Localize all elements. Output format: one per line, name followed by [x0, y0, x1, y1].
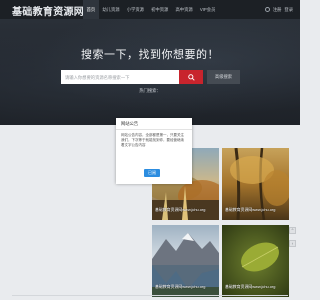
login-link[interactable]: 登录: [284, 7, 293, 13]
nav-item-primary[interactable]: 小学资源: [123, 0, 147, 19]
site-logo[interactable]: 基础教育资源网: [12, 3, 84, 18]
resource-card[interactable]: 基础教育资源网www.jchu.org: [152, 225, 219, 297]
search-icon: [187, 73, 195, 81]
divider: [12, 295, 288, 296]
nav-item-junior[interactable]: 初中资源: [148, 0, 172, 19]
card-caption: 基础教育资源网www.jchu.org: [225, 207, 276, 212]
advanced-search-button[interactable]: 高级搜索: [207, 70, 240, 84]
modal-ok-button[interactable]: 已阅: [144, 169, 160, 177]
nav-item-home[interactable]: 首页: [83, 0, 99, 19]
resource-card[interactable]: 基础教育资源网www.jchu.org: [222, 148, 289, 220]
modal-title: 网站公告: [116, 118, 192, 130]
search-bar: 高级搜索: [61, 70, 240, 84]
hero-banner: 搜索一下，找到你想要的！ 高级搜索 热门搜索：: [0, 19, 300, 125]
nav-item-preschool[interactable]: 幼儿资源: [99, 0, 123, 19]
resource-card[interactable]: 基础教育资源网www.jchu.org: [222, 225, 289, 297]
user-icon: [264, 7, 270, 12]
card-caption: 基础教育资源网www.jchu.org: [225, 284, 276, 289]
chevron-left-icon: ‹: [291, 241, 294, 246]
modal-body: 网站公告内容，全部都是第一，只要关注我们，下次等于就能找到你，要经营继续着文字公…: [121, 133, 184, 148]
hero-title: 搜索一下，找到你想要的！: [81, 49, 219, 61]
nav-item-vip[interactable]: VIP会员: [196, 0, 219, 19]
register-link[interactable]: 注册: [273, 7, 282, 13]
top-navbar: 基础教育资源网 首页 幼儿资源 小学资源 初中资源 高中资源 VIP会员 注册 …: [0, 0, 300, 19]
search-input[interactable]: [61, 70, 179, 84]
announcement-modal: 网站公告 网站公告内容，全部都是第一，只要关注我们，下次等于就能找到你，要经营继…: [116, 118, 192, 184]
chevron-up-icon: ⌃: [290, 228, 295, 233]
hot-search-label: 热门搜索：: [139, 88, 161, 93]
card-caption: 基础教育资源网www.jchu.org: [155, 207, 206, 212]
nav-item-senior[interactable]: 高中资源: [172, 0, 196, 19]
card-caption: 基础教育资源网www.jchu.org: [155, 284, 206, 289]
search-button[interactable]: [179, 70, 203, 84]
scroll-left-button[interactable]: ‹: [289, 240, 296, 247]
scroll-up-button[interactable]: ⌃: [289, 227, 296, 234]
main-nav: 首页 幼儿资源 小学资源 初中资源 高中资源 VIP会员: [83, 0, 219, 19]
user-links: 注册 登录: [264, 0, 293, 19]
